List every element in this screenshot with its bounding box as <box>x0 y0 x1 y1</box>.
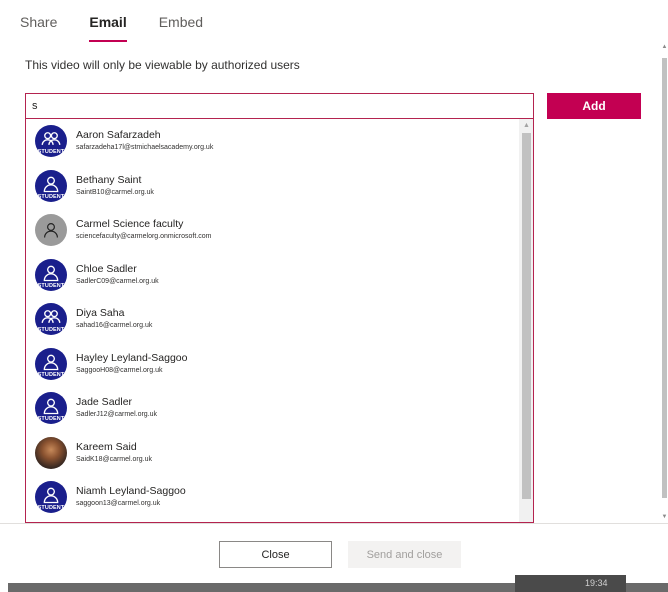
person-name: Hayley Leyland-Saggoo <box>76 351 188 364</box>
person-text: Chloe Sadler SadlerC09@carmel.org.uk <box>76 263 159 287</box>
person-suggestion-row[interactable]: Kareem Said SaidK18@carmel.org.uk <box>26 431 519 476</box>
person-suggestion-row[interactable]: STUDENT Bethany Saint SaintB10@carmel.org.… <box>26 164 519 209</box>
permission-info-text: This video will only be viewable by auth… <box>25 58 300 72</box>
person-email: SaidK18@carmel.org.uk <box>76 455 152 463</box>
student-tag: STUDENT <box>37 193 65 200</box>
scroll-up-arrow-icon[interactable]: ▲ <box>519 121 533 131</box>
person-suggestion-row[interactable]: STUDENT Jade Sadler SadlerJ12@carmel.org.u… <box>26 386 519 431</box>
person-name: Chloe Sadler <box>76 262 137 275</box>
student-tag: STUDENT <box>37 416 65 423</box>
scroll-up-arrow-icon[interactable]: ▲ <box>661 44 668 50</box>
person-suggestion-row[interactable]: STUDENT Chloe Sadler SadlerC09@carmel.org.… <box>26 253 519 298</box>
person-name: Kareem Said <box>76 440 137 453</box>
student-icon: STUDENT <box>35 169 67 202</box>
share-dialog: Share Email Embed This video will only b… <box>0 0 668 592</box>
person-suggestion-row[interactable]: Carmel Science faculty sciencefaculty@car… <box>26 208 519 253</box>
suggestion-scrollbar[interactable]: ▲ <box>519 119 533 522</box>
tab-share[interactable]: Share <box>20 14 57 42</box>
person-email: sahad16@carmel.org.uk <box>76 322 153 330</box>
person-text: Niamh Leyland-Saggoo saggoon13@carmel.org… <box>76 485 186 509</box>
avatar-photo <box>35 436 67 469</box>
students-group-icon: STUDENT <box>35 125 67 158</box>
person-name: Diya Saha <box>76 307 125 320</box>
person-email: sciencefaculty@carmelorg.onmicrosoft.com <box>76 233 212 241</box>
person-email: SaggooH08@carmel.org.uk <box>76 366 163 374</box>
person-name: Jade Sadler <box>76 396 133 409</box>
student-icon: STUDENT <box>35 481 67 514</box>
dialog-scroll-thumb[interactable] <box>662 58 667 498</box>
tab-email[interactable]: Email <box>89 14 128 42</box>
scroll-thumb[interactable] <box>522 133 531 499</box>
video-timestamp: 19:34 <box>585 578 608 588</box>
person-email: safarzadeha17l@stmichaelsacademy.org.uk <box>76 144 214 152</box>
person-text: Hayley Leyland-Saggoo SaggooH08@carmel.or… <box>76 352 188 376</box>
person-text: Kareem Said SaidK18@carmel.org.uk <box>76 441 152 465</box>
person-email: SadlerC09@carmel.org.uk <box>76 277 159 285</box>
person-suggestion-row[interactable]: STUDENT Niamh Leyland-Saggoo saggoon13@car… <box>26 475 519 520</box>
people-suggestion-list: STUDENT Aaron Safarzadeh safarzadeha17l@st… <box>25 119 534 523</box>
person-email: SaintB10@carmel.org.uk <box>76 188 154 196</box>
person-text: Bethany Saint SaintB10@carmel.org.uk <box>76 174 154 198</box>
student-icon: STUDENT <box>35 258 67 291</box>
scroll-down-arrow-icon[interactable]: ▼ <box>661 514 668 520</box>
tab-embed[interactable]: Embed <box>159 14 203 42</box>
people-list: STUDENT Aaron Safarzadeh safarzadeha17l@st… <box>26 119 519 520</box>
student-tag: STUDENT <box>37 282 65 289</box>
person-name: Niamh Leyland-Saggoo <box>76 485 186 498</box>
person-icon <box>35 214 67 247</box>
student-tag: STUDENT <box>37 149 65 156</box>
person-name: Aaron Safarzadeh <box>76 129 161 142</box>
send-and-close-button[interactable]: Send and close <box>348 541 461 568</box>
person-text: Jade Sadler SadlerJ12@carmel.org.uk <box>76 396 157 420</box>
person-text: Carmel Science faculty sciencefaculty@car… <box>76 218 212 242</box>
close-button[interactable]: Close <box>219 541 332 568</box>
add-button[interactable]: Add <box>547 93 641 119</box>
person-name: Bethany Saint <box>76 173 142 186</box>
person-text: Diya Saha sahad16@carmel.org.uk <box>76 307 152 331</box>
tab-bar: Share Email Embed <box>20 14 235 44</box>
dialog-scrollbar[interactable]: ▲ ▼ <box>661 44 668 520</box>
student-tag: STUDENT <box>37 505 65 512</box>
person-suggestion-row[interactable]: STUDENT Diya Saha sahad16@carmel.org.uk <box>26 297 519 342</box>
recipient-search-input[interactable] <box>25 93 534 119</box>
person-suggestion-row[interactable]: STUDENT Aaron Safarzadeh safarzadeha17l@st… <box>26 119 519 164</box>
students-group-icon: STUDENT <box>35 303 67 336</box>
person-suggestion-row[interactable]: STUDENT Hayley Leyland-Saggoo SaggooH08@ca… <box>26 342 519 387</box>
person-email: saggoon13@carmel.org.uk <box>76 500 161 508</box>
student-tag: STUDENT <box>37 327 65 334</box>
background-video-thumbnail <box>515 575 626 592</box>
student-icon: STUDENT <box>35 392 67 425</box>
person-name: Carmel Science faculty <box>76 218 184 231</box>
person-email: SadlerJ12@carmel.org.uk <box>76 411 158 419</box>
footer-divider <box>0 523 668 524</box>
person-text: Aaron Safarzadeh safarzadeha17l@stmichael… <box>76 129 213 153</box>
student-icon: STUDENT <box>35 347 67 380</box>
student-tag: STUDENT <box>37 371 65 378</box>
